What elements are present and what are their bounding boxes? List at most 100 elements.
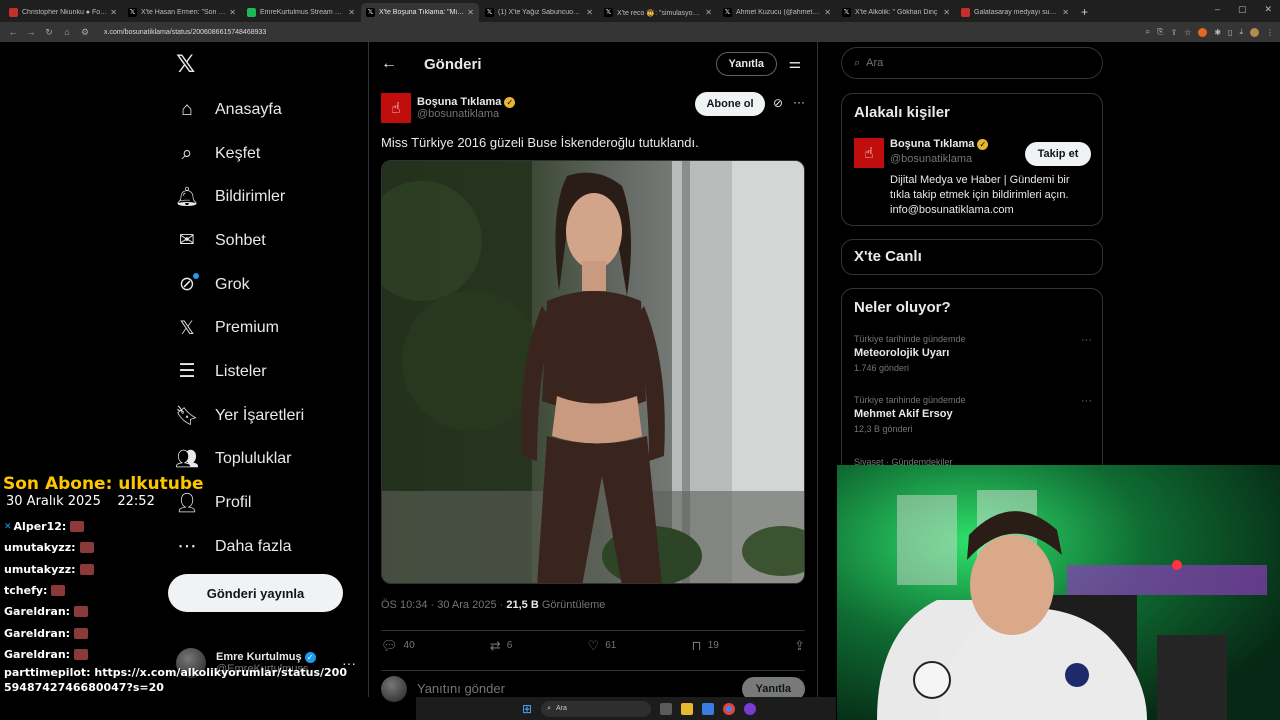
forward-icon[interactable]: → [24,27,38,37]
browser-tab[interactable]: 𝕏 (1) X'te Yağız Sabuncuoğlu: "Ça✕ [480,3,598,22]
browser-tab[interactable]: 𝕏 Ahmet Kuzucu (@ahmetkuzucu✕ [718,3,836,22]
browser-tab[interactable]: 𝕏 X'te reco 🤠: "simulasyon karşı la✕ [599,3,717,22]
author-name[interactable]: Boşuna Tıklama ✓ [417,96,516,108]
chat-message: Gareldran: [4,601,354,622]
list-icon: ☰ [178,361,196,383]
file-explorer-icon[interactable] [681,702,694,715]
trends-title: Neler oluyor? [854,299,951,316]
app-icon[interactable] [702,702,715,715]
back-icon[interactable]: ← [6,27,20,37]
nav-item-premium[interactable]: 𝕏 Premium [168,306,358,350]
repost-action[interactable]: ⇄ 6 [490,638,512,654]
tab-close-icon[interactable]: ✕ [1062,8,1069,17]
chat-message: ✕ Alper12: [4,516,354,537]
tab-close-icon[interactable]: ✕ [348,8,355,17]
tweet-timestamp[interactable]: ÖS 10:34 · 30 Ara 2025 · [381,599,506,611]
browser-tab[interactable]: 𝕏 X'te Hasan Ermen: "Son Dakika |✕ [123,3,241,22]
browser-tab[interactable]: EmreKurtulmus Stream – Web I✕ [242,3,360,22]
last-subscriber-label: Son Abone: ulkutube [3,474,204,494]
x-live-card[interactable]: X'te Canlı [841,239,1103,275]
reply-input[interactable]: Yanıtını gönder [417,681,505,696]
tab-close-icon[interactable]: ✕ [467,8,474,17]
install-icon[interactable]: ⎘ [1157,27,1163,37]
more-icon[interactable]: ··· [1081,334,1092,346]
tweet-actions: 💬︎ 40 ⇄ 6 ♡ 61 ⊓ 19 ⇪ [381,630,805,654]
nav-item-label: Keşfet [215,144,261,162]
trends-card: Neler oluyor? Türkiye tarihinde gündemde… [841,288,1103,466]
nav-item-grok[interactable]: ⊘ Grok [168,263,358,307]
puzzle-icon[interactable]: ✱ [1214,28,1221,37]
chrome-icon[interactable] [723,702,736,715]
task-view-icon[interactable] [660,702,673,715]
browser-tab[interactable]: 𝕏 X'te Boşuna Tıklama: "Miss Türk✕ [361,3,479,22]
taskbar-search[interactable]: ⌕ Ara [541,700,652,717]
home-button-icon[interactable]: ⌂ [60,27,74,37]
related-people-card: Alakalı kişiler ☝ Boşuna Tıklama ✓ @bosun… [841,93,1103,226]
related-avatar[interactable]: ☝ [854,138,884,168]
nav-item-bildirimler[interactable]: 🔔︎ Bildirimler [168,175,358,219]
browser-avatar[interactable] [1250,27,1259,37]
bookmark-action[interactable]: ⊓ 19 [692,638,719,654]
trend-item[interactable]: Türkiye tarihinde gündemde Mehmet Akif E… [854,395,1092,434]
chat-username: Gareldran: [4,647,71,661]
filter-icon[interactable]: ⚌ [788,55,801,72]
x-logo-icon[interactable]: 𝕏 [176,53,198,77]
sidebar-icon[interactable]: ▯ [1228,28,1232,37]
windows-start-icon[interactable]: ⊞ [522,702,532,716]
back-arrow-icon[interactable]: ← [371,55,407,73]
nav-item-yer-i-aretleri[interactable]: 🔖︎ Yer İşaretleri [168,394,358,438]
related-handle[interactable]: @bosunatiklama [890,153,972,165]
grok-icon: ⊘ [176,272,199,296]
app-icon[interactable] [744,702,757,715]
download-icon[interactable]: ⤓ [1239,27,1243,37]
divider [817,42,818,697]
tab-close-icon[interactable]: ✕ [705,8,712,17]
emote-icon [74,606,89,618]
close-icon[interactable]: ✕ [1264,4,1272,15]
nav-item-sohbet[interactable]: ✉ Sohbet [168,219,358,263]
reload-icon[interactable]: ↻ [42,27,56,38]
maximize-icon[interactable]: ▢ [1238,4,1247,15]
repost-icon: ⇄ [489,637,501,653]
profile-icon: 👤︎ [174,493,200,515]
nav-item-anasayfa[interactable]: ⌂ Anasayfa [168,88,358,132]
tab-close-icon[interactable]: ✕ [943,8,950,17]
star-icon[interactable]: ☆ [1184,28,1191,37]
search-input[interactable]: ⌕ Ara [841,47,1103,79]
extension-icon[interactable] [1198,27,1208,37]
grok-explain-icon[interactable]: ⊘ [773,96,783,110]
nav-item-ke-fet[interactable]: ⌕ Keşfet [168,132,358,176]
subscriber-date: 30 Aralık 2025 22:52 [6,494,155,509]
trend-count: 12,3 B gönderi [854,424,913,434]
browser-menu-icon[interactable]: ⋮ [1266,28,1274,37]
browser-tab[interactable]: 𝕏 X'te Alkolik: " Gökhan Dinç ✕ [837,3,955,22]
chat-message: Gareldran: [4,644,354,665]
follow-button[interactable]: Takip et [1025,142,1091,166]
tab-close-icon[interactable]: ✕ [110,8,117,17]
author-avatar[interactable]: ☝ [381,93,411,123]
tab-close-icon[interactable]: ✕ [586,8,593,17]
browser-tab[interactable]: Christopher Nkunku ● Formula✕ [4,3,122,22]
share-icon[interactable]: ⇪ [1170,28,1177,37]
site-info-icon[interactable]: ⚙ [78,27,92,38]
reply-action[interactable]: 💬︎ 40 [381,638,415,654]
like-action[interactable]: ♡ 61 [588,638,617,654]
related-name[interactable]: Boşuna Tıklama ✓ [890,138,989,150]
author-handle[interactable]: @bosunatiklama [417,108,515,120]
more-icon[interactable]: ··· [1081,395,1092,407]
search-icon: ⌕ [854,56,861,69]
zoom-icon[interactable]: ⌕ [1146,27,1150,37]
url-field[interactable]: x.com/bosunatiklama/status/2006086615748… [104,25,1146,39]
tab-close-icon[interactable]: ✕ [229,8,236,17]
more-icon[interactable]: ··· [793,95,805,109]
new-tab-button[interactable]: + [1075,5,1094,22]
minimize-icon[interactable]: – [1215,4,1220,15]
trend-item[interactable]: Türkiye tarihinde gündemde Meteorolojik … [854,334,1092,373]
browser-tab[interactable]: Galatasaray medyayı suslanmal✕ [956,3,1074,22]
share-action[interactable]: ⇪ [794,638,805,654]
tweet-photo[interactable] [381,160,805,584]
subscribe-button[interactable]: Abone ol [695,92,765,116]
tab-close-icon[interactable]: ✕ [824,8,831,17]
reply-sort-button[interactable]: Yanıtla [715,52,777,76]
nav-item-listeler[interactable]: ☰ Listeler [168,350,358,394]
